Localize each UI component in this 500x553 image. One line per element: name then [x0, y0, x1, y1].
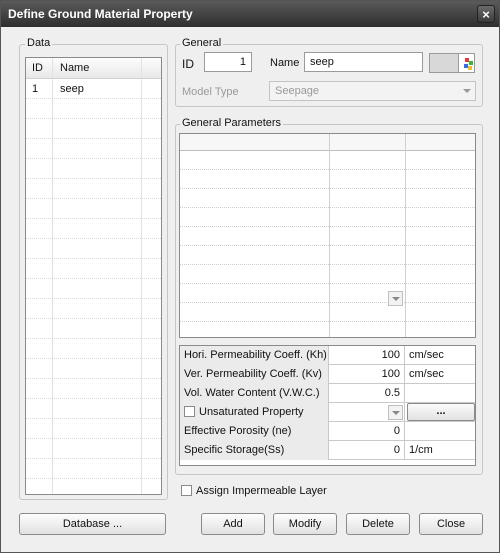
id-label: ID [182, 57, 194, 71]
assign-impermeable-label: Assign Impermeable Layer [196, 485, 327, 497]
param-label: Effective Porosity (ne) [180, 422, 329, 441]
table-row: Specific Storage(Ss) 0 1/cm [180, 441, 475, 460]
list-row-empty [26, 359, 161, 379]
list-row-empty [26, 319, 161, 339]
add-button[interactable]: Add [201, 513, 265, 535]
material-list[interactable]: ID Name 1 seep [25, 57, 162, 495]
chevron-down-icon [392, 411, 400, 415]
list-row-empty [26, 399, 161, 419]
grid-row [180, 189, 475, 208]
unsaturated-property-edit-button[interactable]: ... [407, 403, 475, 421]
list-row-empty [26, 419, 161, 439]
list-row-empty [26, 199, 161, 219]
grid-row [180, 170, 475, 189]
list-header-id[interactable]: ID [32, 62, 43, 74]
close-icon[interactable]: × [477, 5, 495, 23]
color-palette-icon[interactable] [458, 54, 474, 72]
list-row-empty [26, 379, 161, 399]
model-type-label: Model Type [182, 86, 239, 98]
model-type-select: Seepage [269, 81, 476, 101]
param-value[interactable]: 0.5 [329, 384, 405, 403]
list-row-empty [26, 259, 161, 279]
name-field[interactable]: seep [304, 52, 423, 72]
param-label: Ver. Permeability Coeff. (Kv) [180, 365, 329, 384]
name-label: Name [270, 57, 300, 69]
table-row: Ver. Permeability Coeff. (Kv) 100 cm/sec [180, 365, 475, 384]
unsaturated-property-checkbox[interactable] [184, 406, 195, 417]
table-row: Hori. Permeability Coeff. (Kh) 100 cm/se… [180, 346, 475, 365]
param-label: Unsaturated Property [199, 406, 304, 418]
delete-button[interactable]: Delete [346, 513, 410, 535]
modify-button[interactable]: Modify [273, 513, 337, 535]
param-value[interactable]: 100 [329, 346, 405, 365]
list-row-empty [26, 279, 161, 299]
list-row-empty [26, 239, 161, 259]
param-unit: 1/cm [409, 444, 433, 456]
model-type-value: Seepage [275, 85, 320, 97]
list-row-empty [26, 119, 161, 139]
assign-impermeable-option[interactable]: Assign Impermeable Layer [181, 485, 327, 497]
dialog-window: Define Ground Material Property × Data I… [0, 0, 500, 553]
list-row-empty [26, 299, 161, 319]
param-label: Hori. Permeability Coeff. (Kh) [180, 346, 329, 365]
table-row: Effective Porosity (ne) 0 [180, 422, 475, 441]
list-row-empty [26, 459, 161, 479]
dialog-title: Define Ground Material Property [8, 7, 193, 21]
general-parameters-title: General Parameters [180, 117, 284, 129]
list-header-name[interactable]: Name [60, 62, 89, 74]
close-button[interactable]: Close [419, 513, 483, 535]
param-value[interactable]: 0 [329, 422, 405, 441]
list-row-empty [26, 99, 161, 119]
grid-row [180, 208, 475, 227]
general-group-title: General [180, 37, 224, 49]
data-group-title: Data [25, 37, 53, 49]
list-row-empty [26, 439, 161, 459]
list-row-empty [26, 219, 161, 239]
parameter-grid[interactable] [179, 133, 476, 338]
database-button[interactable]: Database ... [19, 513, 166, 535]
grid-dropdown-button[interactable] [388, 291, 403, 306]
chevron-down-icon [392, 297, 400, 301]
param-label: Specific Storage(Ss) [180, 441, 329, 460]
title-bar: Define Ground Material Property × [1, 1, 499, 27]
grid-row [180, 303, 475, 322]
list-item[interactable]: 1 seep [26, 79, 161, 99]
param-unit: cm/sec [409, 368, 444, 380]
grid-header [180, 134, 475, 151]
list-row-empty [26, 159, 161, 179]
list-item-id: 1 [32, 83, 39, 95]
list-row-empty [26, 139, 161, 159]
unsaturated-dropdown-button[interactable] [388, 405, 403, 420]
list-row-empty [26, 339, 161, 359]
unsaturated-property-cell[interactable]: Unsaturated Property [180, 403, 329, 422]
assign-impermeable-checkbox[interactable] [181, 485, 192, 496]
grid-row [180, 265, 475, 284]
param-unit: cm/sec [409, 349, 444, 361]
list-item-name: seep [60, 83, 84, 95]
param-label: Vol. Water Content (V.W.C.) [180, 384, 329, 403]
param-unit [405, 422, 475, 441]
param-value[interactable]: 100 [329, 365, 405, 384]
list-row-empty [26, 179, 161, 199]
grid-row [180, 227, 475, 246]
grid-row [180, 151, 475, 170]
grid-row [180, 246, 475, 265]
table-row: Vol. Water Content (V.W.C.) 0.5 [180, 384, 475, 403]
color-picker[interactable] [429, 53, 475, 73]
id-field[interactable]: 1 [204, 52, 252, 72]
grid-row [180, 284, 475, 303]
param-value[interactable]: 0 [329, 441, 405, 460]
chevron-down-icon [463, 89, 471, 93]
param-unit [405, 384, 475, 403]
